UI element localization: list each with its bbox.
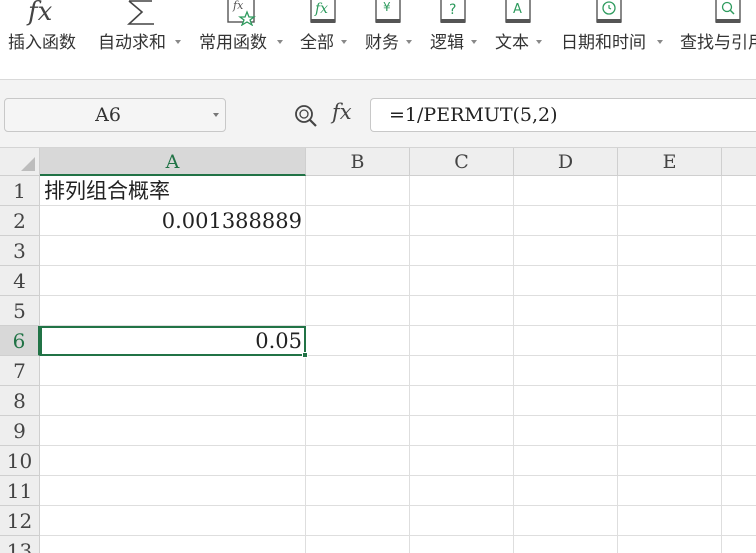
svg-text:¥: ¥ xyxy=(383,0,391,14)
formulas-ribbon: fx 插入函数 自动求和 fx 常用函数 fx 全部 ¥ 财务 ? 逻辑 A 文… xyxy=(0,0,756,80)
autosum-label: 自动求和 xyxy=(98,33,166,53)
chevron-down-icon[interactable] xyxy=(213,113,219,117)
chevron-down-icon xyxy=(406,40,412,44)
fill-handle[interactable] xyxy=(302,352,308,358)
financial-label: 财务 xyxy=(365,33,399,53)
chevron-down-icon xyxy=(277,40,283,44)
spreadsheet-grid[interactable]: A B C D E 1 2 3 4 5 6 7 8 9 10 11 12 13 … xyxy=(0,148,756,553)
row-header-4[interactable]: 4 xyxy=(0,266,40,296)
common-functions-label: 常用函数 xyxy=(199,33,267,53)
fx-book-icon: fx xyxy=(309,0,339,26)
svg-text:fx: fx xyxy=(232,0,244,12)
column-header-c[interactable]: C xyxy=(410,148,514,176)
chevron-down-icon xyxy=(657,40,663,44)
logical-button[interactable]: ? 逻辑 xyxy=(430,0,480,80)
lookup-reference-label: 查找与引用 xyxy=(680,33,756,53)
chevron-down-icon xyxy=(471,40,477,44)
insert-function-button[interactable]: fx 插入函数 xyxy=(8,0,82,80)
active-cell-border xyxy=(40,326,306,356)
select-all-button[interactable] xyxy=(0,148,40,176)
clock-book-icon xyxy=(595,0,625,26)
name-box-value: A6 xyxy=(95,104,121,126)
column-header-e[interactable]: E xyxy=(618,148,722,176)
text-functions-label: 文本 xyxy=(495,33,529,53)
fx-icon: fx xyxy=(26,0,66,27)
cell-a2[interactable]: 0.001388889 xyxy=(40,206,306,236)
svg-text:A: A xyxy=(513,2,522,17)
row-header-8[interactable]: 8 xyxy=(0,386,40,416)
chevron-down-icon xyxy=(341,40,347,44)
logical-label: 逻辑 xyxy=(430,33,464,53)
all-functions-button[interactable]: fx 全部 xyxy=(300,0,350,80)
all-functions-label: 全部 xyxy=(300,33,334,53)
row-header-13[interactable]: 13 xyxy=(0,536,40,553)
formula-bar: A6 fx =1/PERMUT(5,2) xyxy=(0,80,756,148)
cell-a1[interactable]: 排列组合概率 xyxy=(40,176,306,206)
row-header-10[interactable]: 10 xyxy=(0,446,40,476)
column-header-b[interactable]: B xyxy=(306,148,410,176)
row-header-3[interactable]: 3 xyxy=(0,236,40,266)
zoom-search-icon[interactable] xyxy=(294,104,318,128)
name-box[interactable]: A6 xyxy=(4,98,226,132)
insert-function-label: 插入函数 xyxy=(8,33,76,53)
autosum-button[interactable]: 自动求和 xyxy=(98,0,184,80)
common-functions-button[interactable]: fx 常用函数 xyxy=(199,0,285,80)
chevron-down-icon xyxy=(175,40,181,44)
formula-input[interactable]: =1/PERMUT(5,2) xyxy=(370,98,756,132)
text-book-icon: A xyxy=(504,0,534,26)
svg-text:fx: fx xyxy=(314,1,328,17)
text-functions-button[interactable]: A 文本 xyxy=(495,0,545,80)
row-header-7[interactable]: 7 xyxy=(0,356,40,386)
lookup-reference-button[interactable]: 查找与引用 xyxy=(680,0,756,80)
row-header-9[interactable]: 9 xyxy=(0,416,40,446)
select-all-icon xyxy=(21,157,35,171)
date-time-button[interactable]: 日期和时间 xyxy=(561,0,665,80)
date-time-label: 日期和时间 xyxy=(561,33,646,53)
formula-text: =1/PERMUT(5,2) xyxy=(389,104,558,126)
row-header-1[interactable]: 1 xyxy=(0,176,40,206)
question-book-icon: ? xyxy=(439,0,469,26)
yen-book-icon: ¥ xyxy=(374,0,404,26)
row-header-6[interactable]: 6 xyxy=(0,326,40,356)
search-book-icon xyxy=(714,0,746,26)
column-header-a[interactable]: A xyxy=(40,148,306,176)
sigma-icon xyxy=(124,0,158,26)
financial-button[interactable]: ¥ 财务 xyxy=(365,0,415,80)
chevron-down-icon xyxy=(536,40,542,44)
column-header-d[interactable]: D xyxy=(514,148,618,176)
row-header-2[interactable]: 2 xyxy=(0,206,40,236)
fx-icon[interactable]: fx xyxy=(332,100,352,124)
fx-star-icon: fx xyxy=(227,0,259,27)
svg-text:fx: fx xyxy=(26,0,53,26)
column-header-f-partial[interactable] xyxy=(722,148,756,176)
row-header-12[interactable]: 12 xyxy=(0,506,40,536)
row-header-5[interactable]: 5 xyxy=(0,296,40,326)
svg-text:?: ? xyxy=(449,2,456,18)
row-header-11[interactable]: 11 xyxy=(0,476,40,506)
